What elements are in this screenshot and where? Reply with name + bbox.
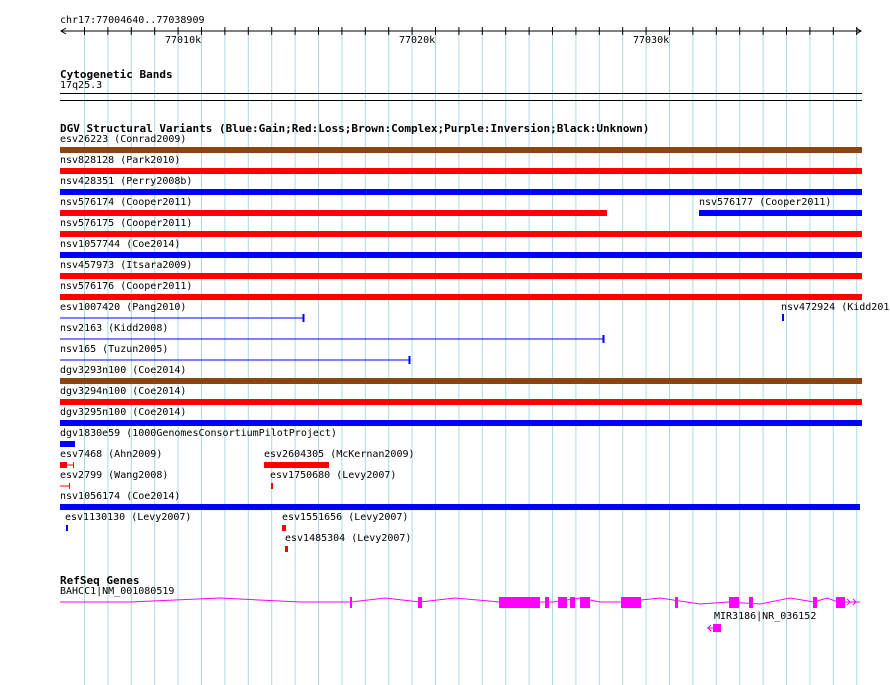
ruler-tick-label: 77020k (399, 35, 436, 46)
cytoband-line-bottom[interactable] (60, 100, 862, 101)
feature-label: nsv1057744 (Coe2014) (60, 239, 181, 250)
feature-label: nsv165 (Tuzun2005) (60, 344, 169, 355)
ruler-tick-label: 77030k (633, 35, 670, 46)
variant-bar-loss[interactable] (60, 294, 862, 300)
feature-label: dgv3295n100 (Coe2014) (60, 407, 187, 418)
cytoband-label: 17q25.3 (60, 80, 103, 91)
feature-label: nsv828128 (Park2010) (60, 155, 181, 166)
feature-label: nsv472924 (Kidd2010) (781, 302, 890, 313)
variant-bar-loss[interactable] (264, 462, 329, 468)
feature-label: nsv576174 (Cooper2011) (60, 197, 193, 208)
variant-bar-gain[interactable] (60, 252, 862, 258)
variant-line-gain[interactable] (60, 356, 415, 364)
feature-label: esv1130130 (Levy2007) (65, 512, 192, 523)
variant-bar-loss[interactable] (60, 399, 862, 405)
variant-bar-complex[interactable] (60, 147, 862, 153)
variant-bar-gain[interactable] (60, 504, 860, 510)
feature-label: nsv457973 (Itsara2009) (60, 260, 193, 271)
feature-label: esv1007420 (Pang2010) (60, 302, 187, 313)
feature-label: nsv2163 (Kidd2008) (60, 323, 169, 334)
feature-label: esv1750680 (Levy2007) (270, 470, 397, 481)
variant-bar-loss[interactable] (60, 482, 72, 490)
feature-label: esv2799 (Wang2008) (60, 470, 169, 481)
feature-label: nsv576175 (Cooper2011) (60, 218, 193, 229)
variant-bar-gain[interactable] (782, 314, 784, 321)
variant-bar-loss[interactable] (285, 546, 288, 552)
ruler-scale[interactable] (0, 26, 890, 40)
feature-label: nsv576177 (Cooper2011) (699, 197, 832, 208)
variant-bar-loss[interactable] (60, 168, 862, 174)
feature-label: nsv428351 (Perry2008b) (60, 176, 193, 187)
variant-bar-gain[interactable] (66, 525, 68, 531)
variant-bar-loss[interactable] (271, 483, 273, 489)
variant-line-gain[interactable] (60, 335, 610, 343)
ruler-tick-label: 77010k (165, 35, 202, 46)
variant-bar-loss[interactable] (60, 231, 862, 237)
feature-label: nsv576176 (Cooper2011) (60, 281, 193, 292)
variant-bar-complex[interactable] (60, 378, 862, 384)
feature-label: dgv1830e59 (1000GenomesConsortiumPilotPr… (60, 428, 337, 439)
feature-label: esv2604305 (McKernan2009) (264, 449, 415, 460)
feature-label: dgv3293n100 (Coe2014) (60, 365, 187, 376)
gene-model-mir3186[interactable] (706, 623, 722, 633)
feature-label: esv1551656 (Levy2007) (282, 512, 409, 523)
variant-bar-loss[interactable] (60, 273, 862, 279)
variant-bar-loss[interactable] (282, 525, 286, 531)
genome-browser-panel: chr17:77004640..77038909 77010k 77020k 7… (0, 0, 890, 685)
gene-label: MIR3186|NR_036152 (714, 611, 817, 622)
variant-bar-loss[interactable] (60, 461, 76, 469)
feature-label: esv7468 (Ahn2009) (60, 449, 163, 460)
feature-label: nsv1056174 (Coe2014) (60, 491, 181, 502)
feature-label: esv1485304 (Levy2007) (285, 533, 412, 544)
variant-bar-loss[interactable] (60, 210, 607, 216)
variant-bar-gain[interactable] (60, 420, 862, 426)
variant-bar-gain[interactable] (699, 210, 862, 216)
feature-label: esv26223 (Conrad2009) (60, 134, 187, 145)
cytoband-line-top[interactable] (60, 93, 862, 94)
variant-bar-gain[interactable] (60, 189, 862, 195)
variant-bar-gain[interactable] (60, 441, 75, 447)
feature-label: dgv3294n100 (Coe2014) (60, 386, 187, 397)
variant-line-gain[interactable] (60, 314, 310, 322)
